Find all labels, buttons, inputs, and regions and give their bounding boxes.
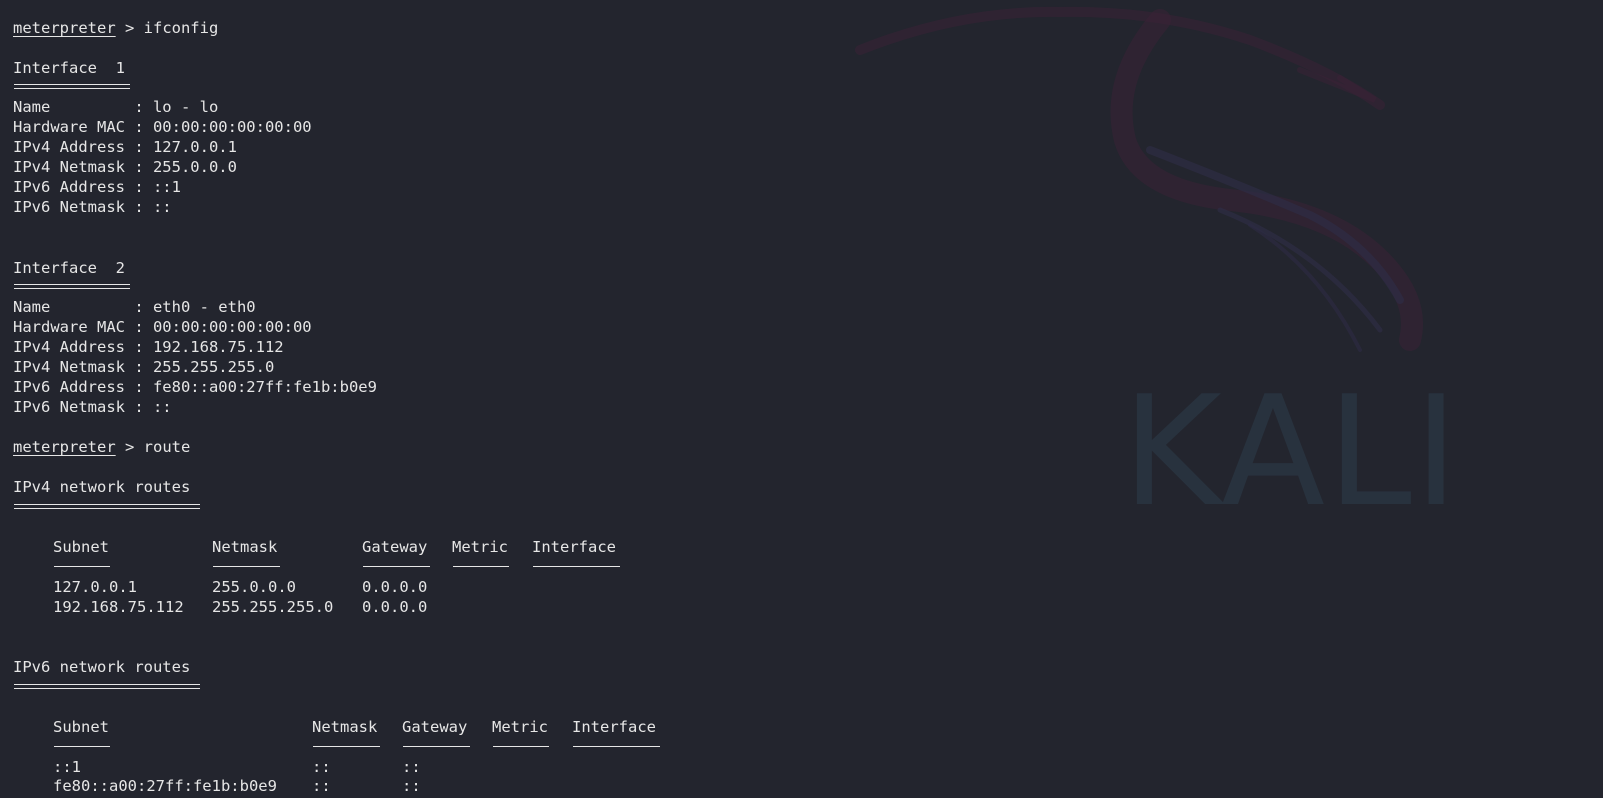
command-text: > route xyxy=(115,438,191,456)
interface-field: Hardware MAC : 00:00:00:00:00:00 xyxy=(13,318,312,336)
interface-field: IPv6 Netmask : :: xyxy=(13,198,172,216)
cell-netmask: :: xyxy=(312,777,331,795)
column-underline xyxy=(54,746,110,747)
column-underline xyxy=(453,566,509,567)
prompt-label: meterpreter xyxy=(13,19,116,37)
column-underline xyxy=(493,746,549,747)
interface-field: IPv4 Address : 192.168.75.112 xyxy=(13,338,284,356)
column-header-metric: Metric xyxy=(492,718,548,736)
interface-heading: Interface 1 xyxy=(13,59,125,77)
column-underline xyxy=(213,566,280,567)
column-underline xyxy=(573,746,660,747)
interface-field: IPv4 Address : 127.0.0.1 xyxy=(13,138,237,156)
heading-underline xyxy=(14,84,130,89)
column-underline xyxy=(313,746,380,747)
column-underline xyxy=(363,566,430,567)
cell-netmask: :: xyxy=(312,758,331,776)
column-header-gateway: Gateway xyxy=(362,538,428,556)
column-header-gateway: Gateway xyxy=(402,718,468,736)
interface-field: Hardware MAC : 00:00:00:00:00:00 xyxy=(13,118,312,136)
interface-field: Name : eth0 - eth0 xyxy=(13,298,256,316)
column-header-subnet: Subnet xyxy=(53,538,109,556)
column-header-metric: Metric xyxy=(452,538,508,556)
cell-gateway: 0.0.0.0 xyxy=(362,578,428,596)
column-underline xyxy=(403,746,470,747)
column-header-interface: Interface xyxy=(572,718,656,736)
cell-netmask: 255.255.255.0 xyxy=(212,598,334,616)
interface-field: IPv6 Address : ::1 xyxy=(13,178,181,196)
column-header-netmask: Netmask xyxy=(212,538,278,556)
interface-field: IPv4 Netmask : 255.0.0.0 xyxy=(13,158,237,176)
cell-gateway: :: xyxy=(402,777,421,795)
cell-subnet: ::1 xyxy=(53,758,81,776)
cell-subnet: fe80::a00:27ff:fe1b:b0e9 xyxy=(53,777,277,795)
interface-field: IPv6 Address : fe80::a00:27ff:fe1b:b0e9 xyxy=(13,378,377,396)
interface-field: Name : lo - lo xyxy=(13,98,219,116)
prompt-line-ifconfig: meterpreter > ifconfig xyxy=(13,18,218,38)
interface-field: IPv4 Netmask : 255.255.255.0 xyxy=(13,358,275,376)
kali-watermark-text: KALI xyxy=(1122,363,1461,540)
cell-gateway: 0.0.0.0 xyxy=(362,598,428,616)
column-header-netmask: Netmask xyxy=(312,718,378,736)
prompt-line-route: meterpreter > route xyxy=(13,437,190,457)
ipv6-routes-heading: IPv6 network routes xyxy=(13,658,191,676)
heading-underline xyxy=(14,284,130,289)
terminal-window[interactable]: KALI meterpreter > ifconfig Interface 1 … xyxy=(0,0,1603,798)
cell-gateway: :: xyxy=(402,758,421,776)
prompt-label: meterpreter xyxy=(13,438,116,456)
cell-netmask: 255.0.0.0 xyxy=(212,578,296,596)
command-text: > ifconfig xyxy=(115,19,219,37)
column-underline xyxy=(533,566,620,567)
ipv4-routes-heading: IPv4 network routes xyxy=(13,478,191,496)
interface-field: IPv6 Netmask : :: xyxy=(13,398,172,416)
column-header-subnet: Subnet xyxy=(53,718,109,736)
cell-subnet: 127.0.0.1 xyxy=(53,578,137,596)
column-underline xyxy=(54,566,110,567)
interface-heading: Interface 2 xyxy=(13,259,125,277)
heading-underline xyxy=(14,684,200,689)
column-header-interface: Interface xyxy=(532,538,616,556)
cell-subnet: 192.168.75.112 xyxy=(53,598,184,616)
heading-underline xyxy=(14,504,200,509)
